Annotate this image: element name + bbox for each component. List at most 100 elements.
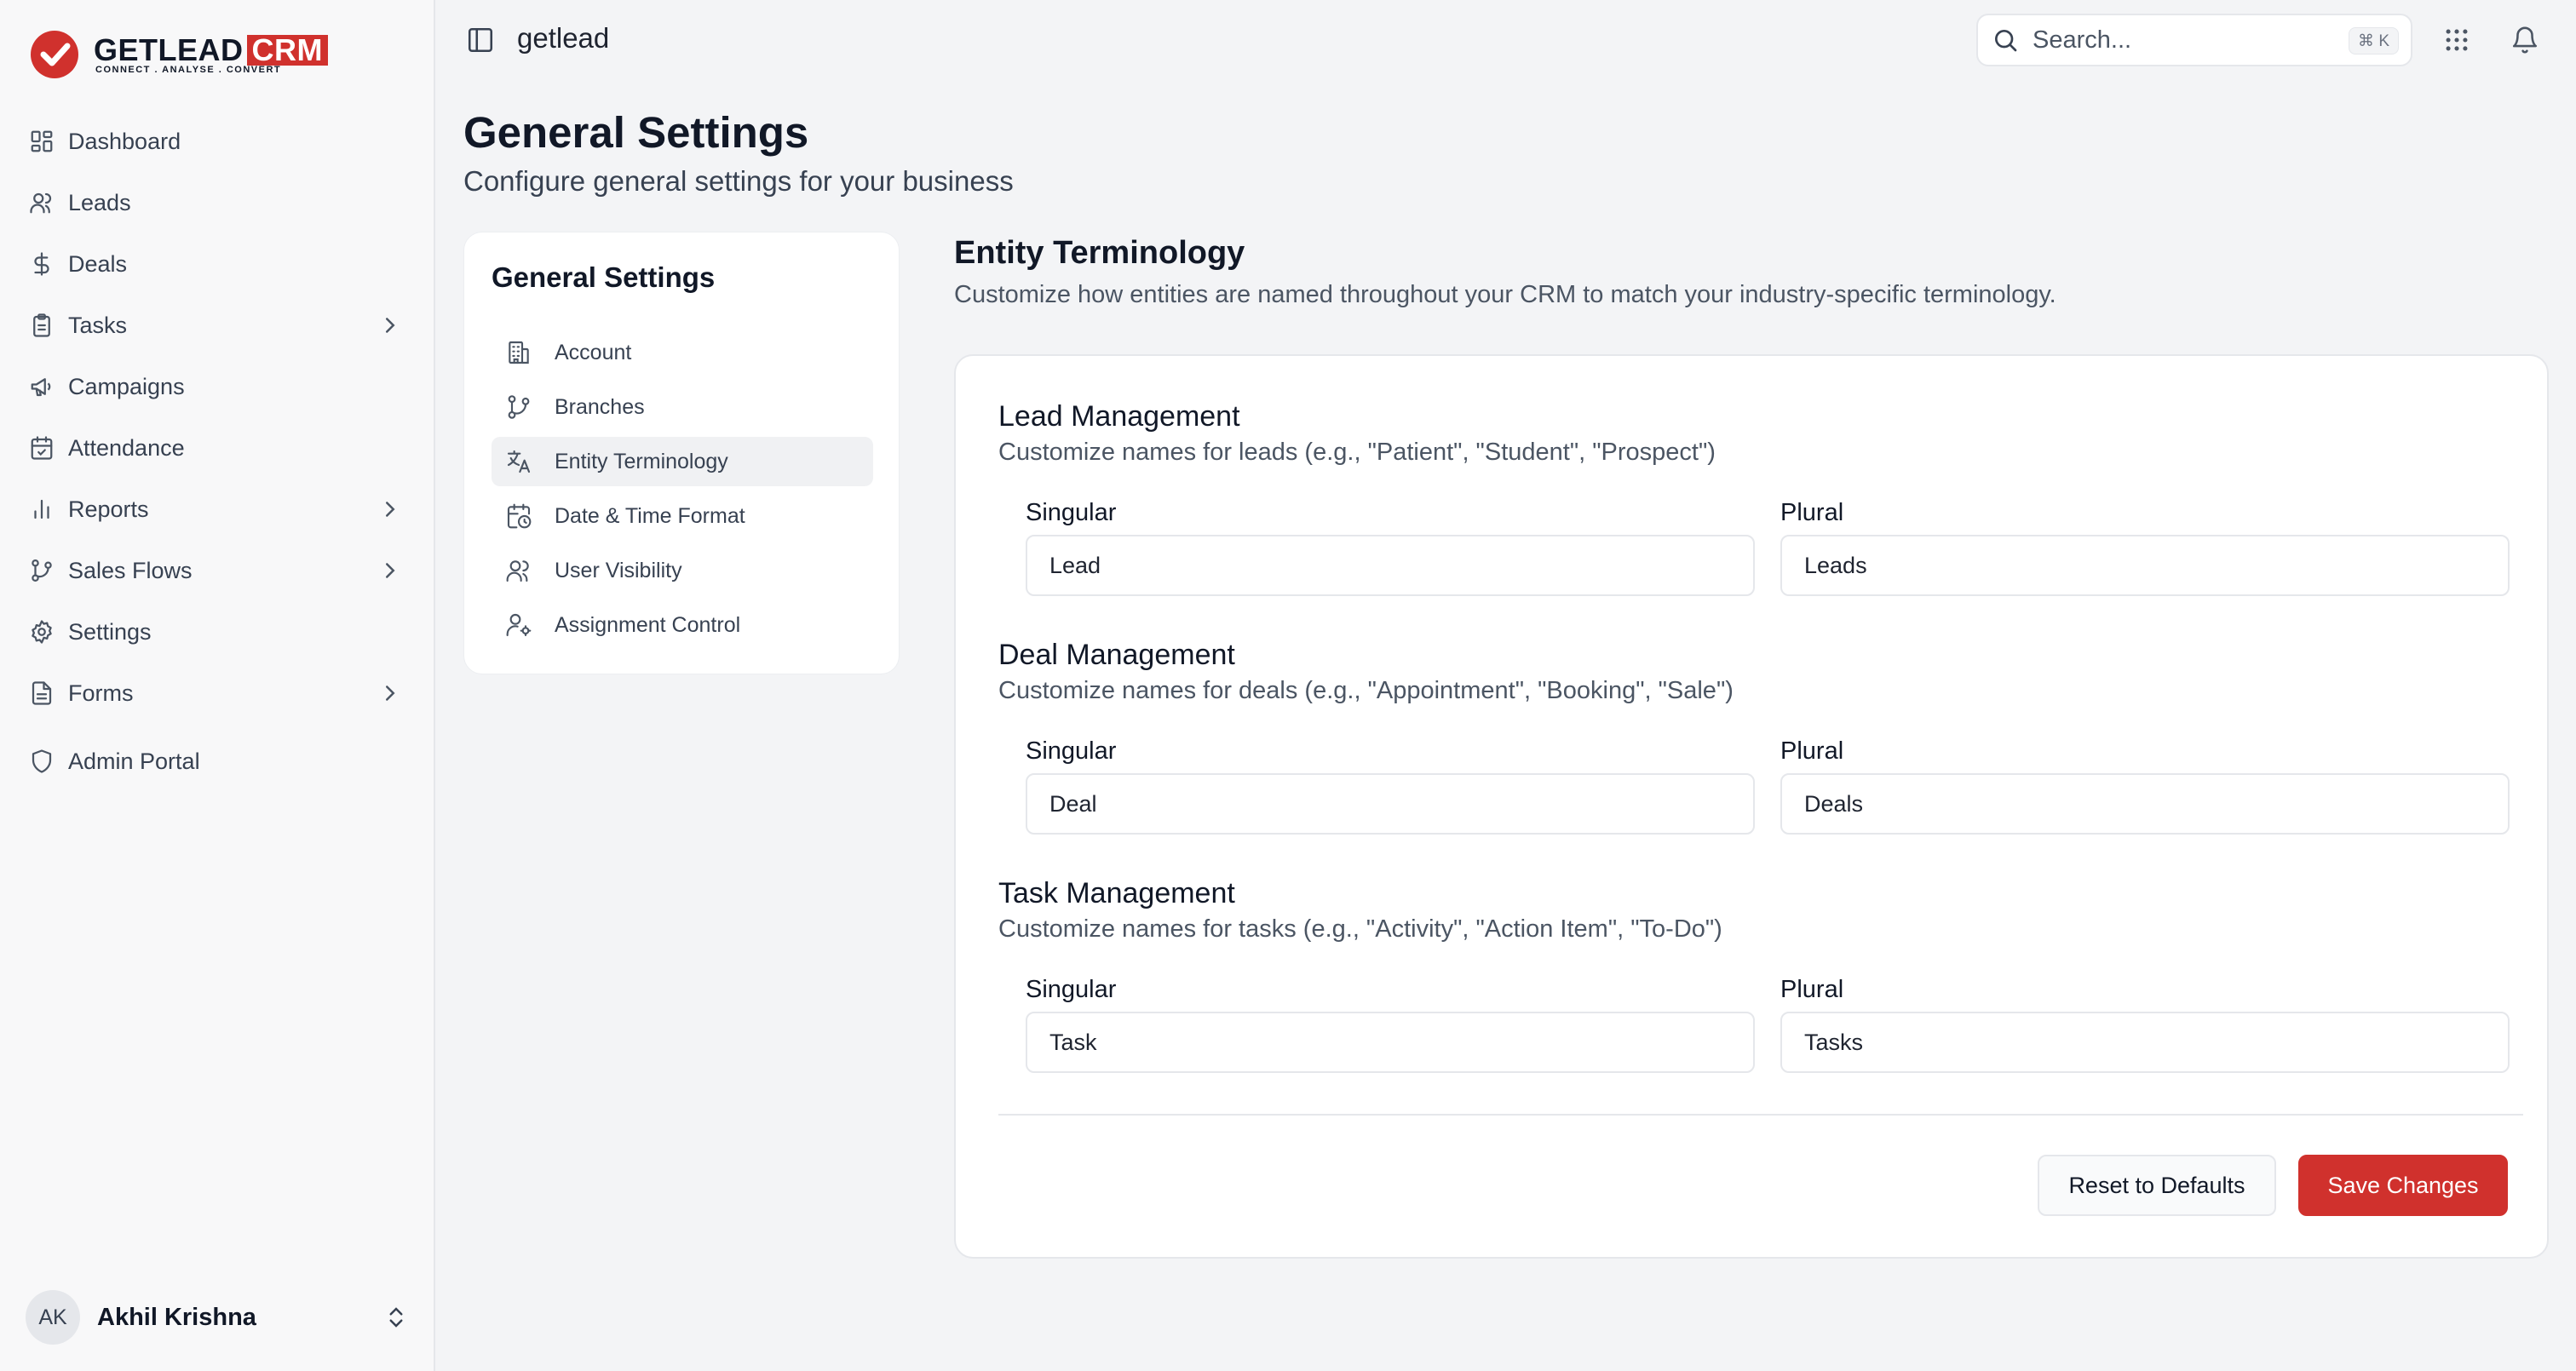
sidebar-item-label: Deals xyxy=(68,250,128,277)
grid-icon xyxy=(31,130,53,152)
group-title: Task Management xyxy=(998,877,1235,909)
user-cog-icon xyxy=(506,613,532,637)
lead-singular-label: Singular xyxy=(1026,499,1117,526)
chevron-right-icon xyxy=(386,502,395,517)
sidebar-item-dashboard[interactable]: Dashboard xyxy=(0,111,435,172)
brand-tagline: CONNECT . ANALYSE . CONVERT xyxy=(95,65,282,75)
settings-nav-title: General Settings xyxy=(492,261,716,293)
sidebar-item-label: Reports xyxy=(68,496,149,522)
settings-nav-entity-terminology[interactable]: Entity Terminology xyxy=(492,437,873,486)
calendar-check-icon xyxy=(31,436,53,460)
brand-crm: CRM xyxy=(246,35,328,66)
sidebar-item-label: Leads xyxy=(68,189,131,215)
settings-nav-label: Account xyxy=(555,340,632,364)
group-description: Customize names for deals (e.g., "Appoin… xyxy=(998,677,1734,704)
sidebar-item-label: Admin Portal xyxy=(68,748,200,774)
chevron-right-icon xyxy=(386,318,395,333)
task-plural-label: Plural xyxy=(1780,976,1844,1003)
lead-management-group: Lead Management Customize names for lead… xyxy=(998,400,2523,596)
task-singular-label: Singular xyxy=(1026,976,1117,1003)
deal-plural-input[interactable] xyxy=(1780,773,2510,835)
terminology-card: Lead Management Customize names for lead… xyxy=(954,354,2549,1259)
sidebar-toggle-icon[interactable] xyxy=(466,26,495,54)
user-menu[interactable]: AK Akhil Krishna xyxy=(26,1288,409,1347)
user-name: Akhil Krishna xyxy=(97,1303,256,1331)
save-changes-button[interactable]: Save Changes xyxy=(2298,1155,2508,1216)
settings-nav-branches[interactable]: Branches xyxy=(492,382,873,432)
settings-nav-label: Branches xyxy=(555,394,645,419)
sidebar-item-sales-flows[interactable]: Sales Flows xyxy=(0,540,435,601)
users-icon xyxy=(30,192,52,214)
group-description: Customize names for tasks (e.g., "Activi… xyxy=(998,915,1722,943)
settings-nav-label: Assignment Control xyxy=(555,612,741,637)
dollar-icon xyxy=(34,252,49,276)
bar-chart-icon xyxy=(34,499,49,519)
group-description: Customize names for leads (e.g., "Patien… xyxy=(998,439,1716,466)
deal-singular-input[interactable] xyxy=(1026,773,1755,835)
sidebar: GETLEAD CRM CONNECT . ANALYSE . CONVERT D… xyxy=(0,0,435,1371)
clipboard-icon xyxy=(33,313,50,337)
building-icon xyxy=(509,341,529,364)
reset-defaults-button[interactable]: Reset to Defaults xyxy=(2038,1155,2276,1216)
search-icon xyxy=(1995,30,2017,52)
settings-nav-date-time-format[interactable]: Date & Time Format xyxy=(492,491,873,541)
task-singular-input[interactable] xyxy=(1026,1012,1755,1073)
megaphone-icon xyxy=(31,378,51,397)
sidebar-item-label: Settings xyxy=(68,618,152,645)
section-subtitle: Customize how entities are named through… xyxy=(954,281,2056,308)
brand-wordmark: GETLEAD CRM xyxy=(94,32,328,68)
sidebar-item-label: Forms xyxy=(68,680,134,706)
settings-nav-user-visibility[interactable]: User Visibility xyxy=(492,546,873,595)
shield-icon xyxy=(32,749,52,773)
chevron-right-icon xyxy=(386,563,395,578)
search-input[interactable] xyxy=(2033,26,2339,54)
settings-nav-label: Entity Terminology xyxy=(555,449,728,473)
search-shortcut: ⌘ K xyxy=(2349,27,2399,54)
sidebar-item-label: Attendance xyxy=(68,434,185,461)
git-branch-icon xyxy=(32,559,52,582)
calendar-clock-icon xyxy=(507,503,532,529)
settings-nav-assignment-control[interactable]: Assignment Control xyxy=(492,600,873,650)
gear-icon xyxy=(32,620,52,644)
settings-nav-account[interactable]: Account xyxy=(492,328,873,377)
sidebar-item-settings[interactable]: Settings xyxy=(0,601,435,663)
sidebar-nav: Dashboard Leads Deals Tasks Campaigns At… xyxy=(0,111,435,792)
deal-singular-label: Singular xyxy=(1026,737,1117,765)
sidebar-item-attendance[interactable]: Attendance xyxy=(0,417,435,479)
sidebar-item-leads[interactable]: Leads xyxy=(0,172,435,233)
check-badge-icon xyxy=(31,31,78,78)
brand-word: GETLEAD xyxy=(94,32,244,67)
chevrons-up-down-icon xyxy=(389,1307,403,1328)
sidebar-item-campaigns[interactable]: Campaigns xyxy=(0,356,435,417)
task-plural-input[interactable] xyxy=(1780,1012,2510,1073)
group-title: Lead Management xyxy=(998,400,1240,433)
bell-icon[interactable] xyxy=(2510,26,2539,54)
search-box[interactable]: ⌘ K xyxy=(1976,14,2412,66)
sidebar-item-label: Dashboard xyxy=(68,128,181,154)
settings-nav-label: User Visibility xyxy=(555,558,682,582)
sidebar-item-deals[interactable]: Deals xyxy=(0,233,435,295)
settings-nav-label: Date & Time Format xyxy=(555,503,745,528)
deal-plural-label: Plural xyxy=(1780,737,1844,765)
lead-plural-input[interactable] xyxy=(1780,535,2510,596)
apps-grid-icon[interactable] xyxy=(2442,26,2471,54)
divider xyxy=(998,1114,2523,1116)
sidebar-item-forms[interactable]: Forms xyxy=(0,663,435,724)
git-branch-icon xyxy=(508,395,530,419)
sidebar-item-label: Tasks xyxy=(68,312,128,338)
sidebar-item-label: Campaigns xyxy=(68,373,185,399)
page-subtitle: Configure general settings for your busi… xyxy=(463,165,1014,197)
brand-logo[interactable]: GETLEAD CRM CONNECT . ANALYSE . CONVERT xyxy=(29,26,328,82)
lead-plural-label: Plural xyxy=(1780,499,1844,526)
task-management-group: Task Management Customize names for task… xyxy=(998,877,2523,1073)
sidebar-item-admin-portal[interactable]: Admin Portal xyxy=(0,731,435,792)
sidebar-item-reports[interactable]: Reports xyxy=(0,479,435,540)
avatar: AK xyxy=(26,1290,80,1345)
settings-nav-list: Account Branches Entity Terminology Date… xyxy=(492,328,873,655)
section-title: Entity Terminology xyxy=(954,235,1245,271)
topbar: getlead ⌘ K xyxy=(437,0,2576,80)
settings-nav-card: General Settings Account Branches Entity… xyxy=(463,232,900,674)
lead-singular-input[interactable] xyxy=(1026,535,1755,596)
sidebar-item-tasks[interactable]: Tasks xyxy=(0,295,435,356)
